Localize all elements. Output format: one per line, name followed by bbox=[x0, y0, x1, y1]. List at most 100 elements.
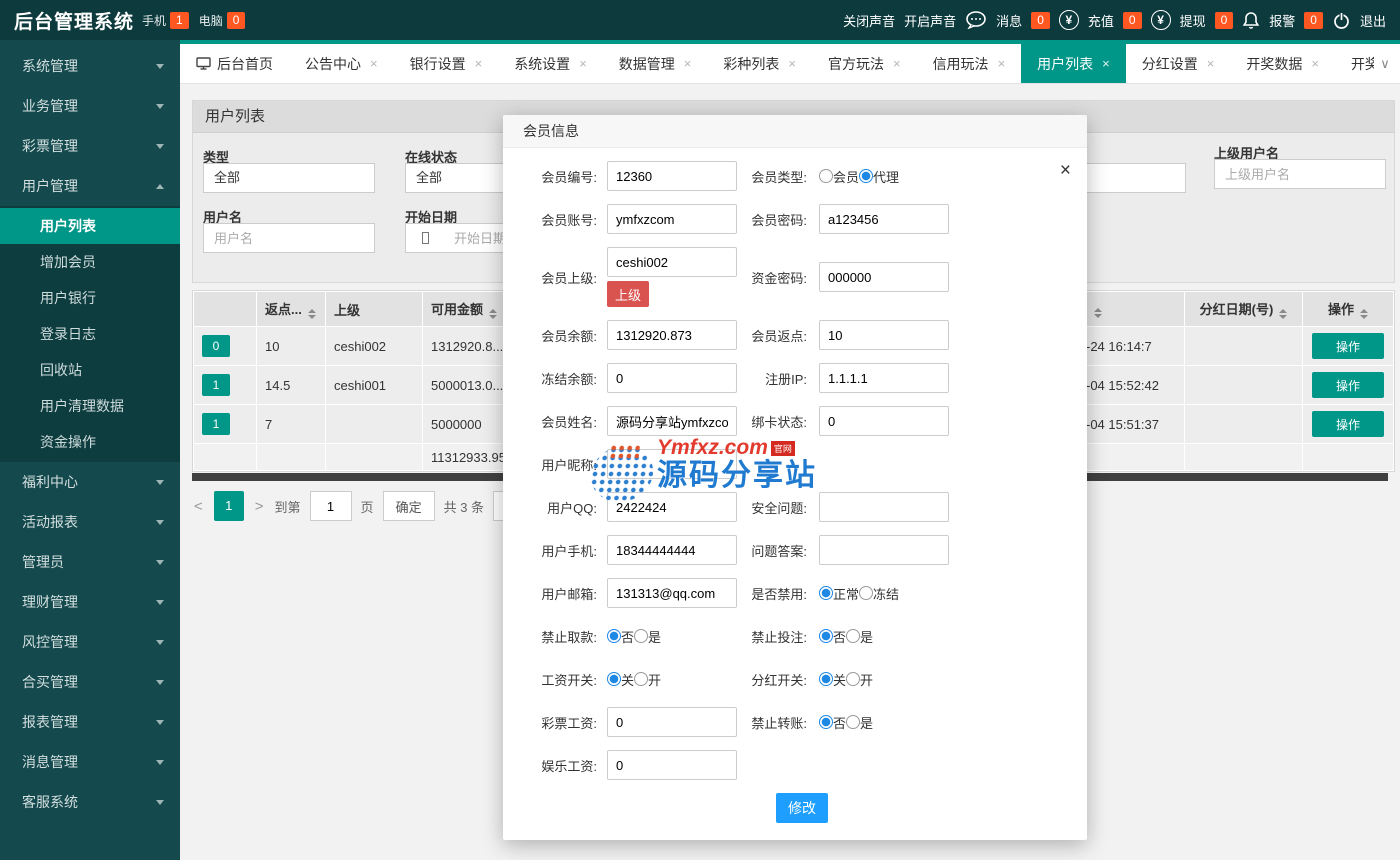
no-withdraw-option-no[interactable]: 否 bbox=[607, 627, 634, 646]
answer-input[interactable] bbox=[819, 535, 949, 565]
row-action-button[interactable]: 操作 bbox=[1312, 333, 1384, 359]
row-expand-badge[interactable]: 1 bbox=[202, 413, 230, 435]
real-name-input[interactable] bbox=[607, 406, 737, 436]
password-input[interactable] bbox=[819, 204, 949, 234]
security-question-input[interactable] bbox=[819, 492, 949, 522]
current-page-button[interactable]: 1 bbox=[214, 491, 244, 521]
sidebar-subitem-user-list[interactable]: 用户列表 bbox=[0, 208, 180, 244]
dividend-switch-option-off[interactable]: 关 bbox=[819, 670, 846, 689]
sort-icon[interactable] bbox=[1279, 309, 1287, 319]
sidebar-item-messages[interactable]: 消息管理 bbox=[0, 742, 180, 782]
row-expand-badge[interactable]: 1 bbox=[202, 374, 230, 396]
dividend-switch-option-on[interactable]: 开 bbox=[846, 670, 873, 689]
tab-close-icon[interactable]: × bbox=[893, 56, 901, 71]
sidebar-item-reports[interactable]: 报表管理 bbox=[0, 702, 180, 742]
prev-page-button[interactable]: < bbox=[192, 498, 205, 515]
row-action-button[interactable]: 操作 bbox=[1312, 411, 1384, 437]
rebate-input[interactable] bbox=[819, 320, 949, 350]
withdraw-yen-icon[interactable]: ¥ bbox=[1151, 10, 1171, 30]
no-transfer-option-no[interactable]: 否 bbox=[819, 713, 846, 732]
tab-official-play[interactable]: 官方玩法× bbox=[812, 44, 917, 83]
tab-close-icon[interactable]: × bbox=[1311, 56, 1319, 71]
sidebar-item-users[interactable]: 用户管理 bbox=[0, 166, 180, 206]
sort-icon[interactable] bbox=[1360, 309, 1368, 319]
salary-switch-option-off[interactable]: 关 bbox=[607, 670, 634, 689]
radio-icon[interactable] bbox=[846, 672, 860, 686]
tab-user-list[interactable]: 用户列表× bbox=[1021, 44, 1126, 83]
radio-selected-icon[interactable] bbox=[819, 629, 833, 643]
bell-icon[interactable] bbox=[1242, 11, 1260, 30]
tab-close-icon[interactable]: × bbox=[1102, 56, 1110, 71]
radio-selected-icon[interactable] bbox=[859, 169, 873, 183]
mobile-input[interactable] bbox=[607, 535, 737, 565]
username-input[interactable] bbox=[203, 223, 375, 253]
tab-bank-settings[interactable]: 银行设置× bbox=[394, 44, 499, 83]
tab-home[interactable]: 后台首页 bbox=[180, 44, 289, 83]
tab-credit-play[interactable]: 信用玩法× bbox=[917, 44, 1022, 83]
radio-selected-icon[interactable] bbox=[819, 586, 833, 600]
disabled-option-normal[interactable]: 正常 bbox=[819, 584, 859, 603]
tab-close-icon[interactable]: × bbox=[1207, 56, 1215, 71]
tab-close-icon[interactable]: × bbox=[475, 56, 483, 71]
balance-input[interactable] bbox=[607, 320, 737, 350]
open-sound-button[interactable]: 开启声音 bbox=[904, 11, 956, 30]
tab-draw-data[interactable]: 开奖数据× bbox=[1230, 44, 1335, 83]
parent-column-header[interactable]: 上级 bbox=[326, 292, 422, 326]
no-withdraw-option-yes[interactable]: 是 bbox=[634, 627, 661, 646]
radio-icon[interactable] bbox=[846, 715, 860, 729]
tab-dividend-settings[interactable]: 分红设置× bbox=[1126, 44, 1231, 83]
radio-icon[interactable] bbox=[634, 672, 648, 686]
sidebar-item-group-buy[interactable]: 合买管理 bbox=[0, 662, 180, 702]
qq-input[interactable] bbox=[607, 492, 737, 522]
no-bet-option-no[interactable]: 否 bbox=[819, 627, 846, 646]
type-filter-select[interactable]: 全部 bbox=[203, 163, 375, 193]
sort-icon[interactable] bbox=[1094, 308, 1102, 318]
tab-overflow-chevron-icon[interactable]: ∨ bbox=[1374, 44, 1396, 84]
radio-icon[interactable] bbox=[819, 169, 833, 183]
sidebar-item-admins[interactable]: 管理员 bbox=[0, 542, 180, 582]
card-status-input[interactable] bbox=[819, 406, 949, 436]
rebate-column-header[interactable]: 返点... bbox=[257, 292, 325, 326]
sidebar-subitem-user-bank[interactable]: 用户银行 bbox=[0, 280, 180, 316]
member-type-option-agent[interactable]: 代理 bbox=[859, 167, 899, 186]
parent-input[interactable] bbox=[607, 247, 737, 277]
entertain-salary-input[interactable] bbox=[607, 750, 737, 780]
sidebar-subitem-fund-ops[interactable]: 资金操作 bbox=[0, 424, 180, 460]
no-transfer-option-yes[interactable]: 是 bbox=[846, 713, 873, 732]
sidebar-item-business[interactable]: 业务管理 bbox=[0, 86, 180, 126]
parent-username-input[interactable] bbox=[1214, 159, 1386, 189]
sidebar-subitem-recycle-bin[interactable]: 回收站 bbox=[0, 352, 180, 388]
sidebar-item-activity-report[interactable]: 活动报表 bbox=[0, 502, 180, 542]
disabled-option-frozen[interactable]: 冻结 bbox=[859, 584, 899, 603]
sidebar-item-welfare[interactable]: 福利中心 bbox=[0, 462, 180, 502]
recharge-yen-icon[interactable]: ¥ bbox=[1059, 10, 1079, 30]
dividend-date-column-header[interactable]: 分红日期(号) bbox=[1185, 292, 1302, 326]
salary-switch-option-on[interactable]: 开 bbox=[634, 670, 661, 689]
power-icon[interactable] bbox=[1332, 11, 1351, 30]
account-input[interactable] bbox=[607, 204, 737, 234]
row-action-button[interactable]: 操作 bbox=[1312, 372, 1384, 398]
recharge-button[interactable]: 充值 bbox=[1088, 11, 1114, 30]
email-input[interactable] bbox=[607, 578, 737, 608]
tab-close-icon[interactable]: × bbox=[788, 56, 796, 71]
nickname-input[interactable] bbox=[607, 449, 737, 479]
tab-close-icon[interactable]: × bbox=[370, 56, 378, 71]
radio-selected-icon[interactable] bbox=[607, 672, 621, 686]
sidebar-subitem-clean-data[interactable]: 用户清理数据 bbox=[0, 388, 180, 424]
close-sound-button[interactable]: 关闭声音 bbox=[843, 11, 895, 30]
parent-select-button[interactable]: 上级 bbox=[607, 281, 649, 307]
tab-close-icon[interactable]: × bbox=[684, 56, 692, 71]
sidebar-item-finance[interactable]: 理财管理 bbox=[0, 582, 180, 622]
radio-icon[interactable] bbox=[634, 629, 648, 643]
alarm-button[interactable]: 报警 bbox=[1269, 11, 1295, 30]
message-bubble-icon[interactable] bbox=[965, 11, 987, 29]
sidebar-item-customer-service[interactable]: 客服系统 bbox=[0, 782, 180, 822]
tab-system-settings[interactable]: 系统设置× bbox=[498, 44, 603, 83]
sidebar-subitem-login-log[interactable]: 登录日志 bbox=[0, 316, 180, 352]
goto-page-input[interactable] bbox=[310, 491, 352, 521]
lottery-salary-input[interactable] bbox=[607, 707, 737, 737]
member-id-input[interactable] bbox=[607, 161, 737, 191]
withdraw-button[interactable]: 提现 bbox=[1180, 11, 1206, 30]
radio-icon[interactable] bbox=[846, 629, 860, 643]
sidebar-item-risk[interactable]: 风控管理 bbox=[0, 622, 180, 662]
